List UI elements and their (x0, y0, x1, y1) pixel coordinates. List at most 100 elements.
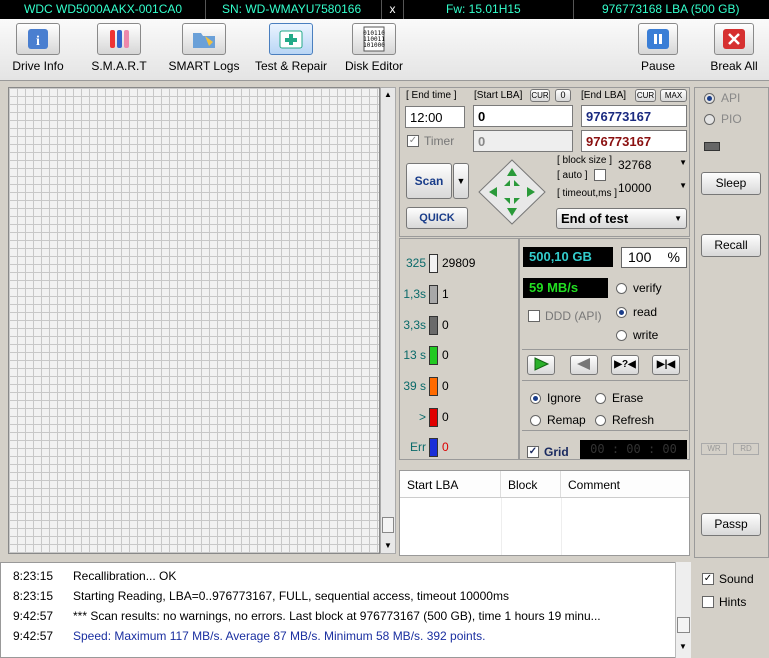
break-all-label: Break All (710, 59, 758, 73)
disk-editor-button[interactable]: 010110 110011 101000 Disk Editor (343, 23, 405, 73)
legend-count: 0 (442, 410, 449, 424)
passp-button[interactable]: Passp (701, 513, 761, 536)
radio-icon (595, 392, 606, 404)
test-repair-button[interactable]: Test & Repair (252, 23, 330, 73)
end-time-input[interactable] (405, 106, 465, 128)
speed-display: 59 MB/s (523, 278, 608, 298)
butterfly-icon: ▶|◀ (656, 359, 676, 370)
grid-scrollbar[interactable]: ▲ ▼ (380, 87, 396, 554)
drive-info-label: Drive Info (12, 59, 64, 73)
legend-swatch (429, 437, 438, 457)
log-scrollbar[interactable]: ▼ (675, 562, 691, 658)
scan-dropdown-icon[interactable]: ▼ (453, 163, 469, 199)
write-radio[interactable]: write (616, 328, 658, 342)
end-lba-input[interactable] (581, 105, 687, 127)
block-size-select[interactable]: 32768 ▼ (618, 158, 687, 179)
log-entry: 8:23:15 Recallibration... OK (7, 569, 176, 583)
scroll-down-icon[interactable]: ▼ (679, 642, 687, 651)
end-action-select[interactable]: End of test ▼ (556, 208, 687, 229)
svg-text:101000: 101000 (363, 42, 385, 49)
ddd-checkbox[interactable]: DDD (API) (528, 309, 602, 323)
timeout-select[interactable]: 10000 ▼ (618, 181, 687, 202)
chevron-down-icon: ▼ (679, 181, 687, 190)
ddd-check-icon (528, 310, 540, 322)
grid-checkbox[interactable]: ✓ Grid (527, 445, 569, 459)
direction-pad[interactable] (477, 158, 547, 226)
scroll-down-icon[interactable]: ▼ (384, 541, 392, 550)
play-button[interactable] (527, 355, 555, 375)
log-entry: 9:42:57 *** Scan results: no warnings, no… (7, 609, 601, 623)
scan-button[interactable]: Scan (406, 163, 452, 199)
svg-text:i: i (36, 34, 40, 49)
col-comment[interactable]: Comment (561, 471, 689, 497)
ignore-radio[interactable]: Ignore (530, 391, 581, 405)
legend-row: 13 s 0 (402, 344, 449, 366)
col-block[interactable]: Block (501, 471, 561, 497)
sleep-button[interactable]: Sleep (701, 172, 761, 195)
end-lba-display[interactable] (581, 130, 687, 152)
scan-settings-panel: [ End time ] [Start LBA] CUR 0 [End LBA]… (399, 87, 690, 237)
scroll-thumb[interactable] (382, 517, 394, 533)
auto-label: [ auto ] (557, 169, 611, 181)
verify-radio[interactable]: verify (616, 281, 662, 295)
disk-editor-label: Disk Editor (344, 59, 403, 73)
drive-info-button[interactable]: i Drive Info (9, 23, 67, 73)
log-time: 9:42:57 (13, 629, 54, 643)
close-drive-button[interactable]: x (381, 0, 403, 19)
block-size-value: 32768 (618, 158, 652, 172)
start-cur-button[interactable]: CUR (530, 89, 550, 102)
timer-check-icon: ✓ (407, 135, 419, 147)
erase-radio[interactable]: Erase (595, 391, 643, 405)
legend-swatch (429, 407, 438, 427)
legend-count: 29809 (442, 256, 476, 270)
chevron-down-icon: ▼ (679, 158, 687, 167)
auto-text: [ auto ] (557, 169, 588, 181)
close-icon (714, 23, 754, 55)
ddd-label: DDD (API) (545, 309, 602, 323)
timer-checkbox[interactable]: ✓ Timer (407, 134, 454, 148)
end-lba-label: [End LBA] (581, 90, 627, 101)
start-zero-button[interactable]: 0 (555, 89, 571, 102)
random-icon: ▶?◀ (614, 359, 636, 370)
log-scroll-thumb[interactable] (677, 617, 690, 633)
col-start-lba[interactable]: Start LBA (400, 471, 501, 497)
end-cur-button[interactable]: CUR (635, 89, 656, 102)
hints-label: Hints (719, 595, 747, 609)
legend-row: 325 29809 (402, 252, 475, 274)
reverse-button[interactable] (570, 355, 598, 375)
info-icon: i (16, 23, 60, 55)
firmware: Fw: 15.01H15 (403, 0, 573, 19)
binary-document-icon: 010110 110011 101000 (352, 23, 396, 55)
refresh-radio[interactable]: Refresh (595, 413, 654, 427)
start-lba-input[interactable] (473, 105, 573, 127)
smart-logs-button[interactable]: SMART Logs (168, 23, 240, 73)
smart-button[interactable]: S.M.A.R.T (89, 23, 149, 73)
random-button[interactable]: ▶?◀ (611, 355, 639, 375)
quick-button[interactable]: QUICK (406, 207, 468, 229)
radio-icon (616, 282, 627, 294)
recall-button[interactable]: Recall (701, 234, 761, 257)
log-panel: 8:23:15 Recallibration... OK 8:23:15 Starti… (0, 562, 691, 658)
legend-swatch (429, 345, 438, 365)
read-radio[interactable]: read (616, 305, 657, 319)
remap-radio[interactable]: Remap (530, 413, 586, 427)
drive-model: WDC WD5000AAKX-001CA0 (24, 2, 183, 16)
butterfly-button[interactable]: ▶|◀ (652, 355, 680, 375)
log-entry: 8:23:15 Starting Reading, LBA=0..97677316… (7, 589, 509, 603)
timer-input[interactable] (473, 130, 573, 152)
break-all-button[interactable]: Break All (706, 23, 762, 73)
hints-checkbox[interactable]: Hints (702, 595, 746, 609)
toolbar: i Drive Info S.M.A.R.T SMART Logs Test &… (0, 19, 769, 81)
radio-icon (704, 113, 715, 125)
api-radio[interactable]: API (704, 91, 740, 105)
legend-row: 3,3s 0 (402, 314, 449, 336)
end-max-button[interactable]: MAX (660, 89, 687, 102)
timeout-value: 10000 (618, 181, 652, 195)
legend-swatch (429, 376, 438, 396)
percent-value: 100 (628, 249, 652, 265)
scroll-up-icon[interactable]: ▲ (384, 90, 392, 99)
sound-checkbox[interactable]: ✓ Sound (702, 572, 754, 586)
auto-checkbox[interactable] (593, 169, 606, 181)
pause-button[interactable]: Pause (635, 23, 681, 73)
pio-radio[interactable]: PIO (704, 112, 742, 126)
